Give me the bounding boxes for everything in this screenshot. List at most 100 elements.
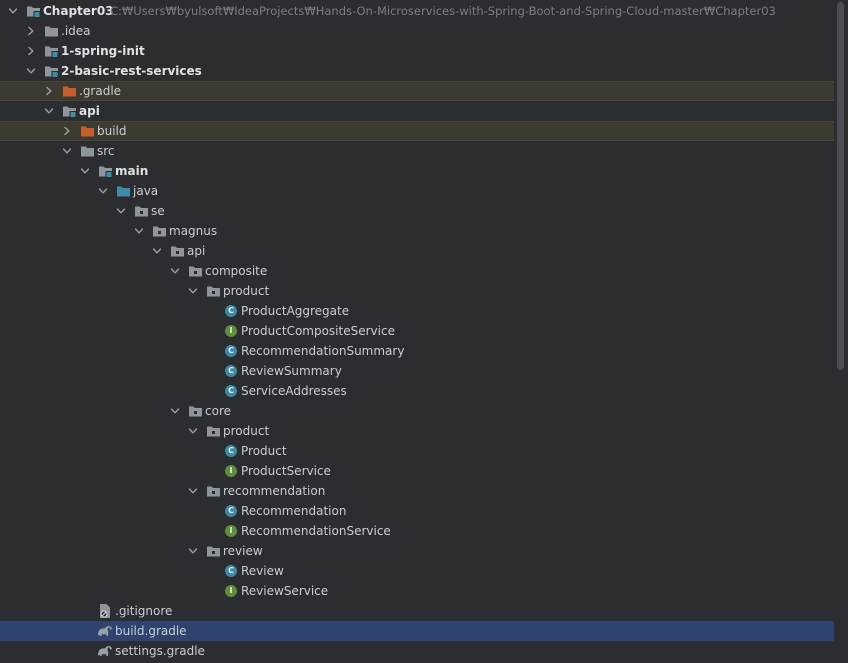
tree-node-label: api — [187, 244, 206, 258]
chevron-down-icon[interactable] — [43, 101, 55, 121]
tree-node-productservice[interactable]: I ProductService — [0, 461, 834, 481]
module-folder-icon — [43, 63, 59, 79]
folder-icon — [79, 143, 95, 159]
chevron-right-icon[interactable] — [25, 41, 37, 61]
tree-node-dot-idea[interactable]: .idea — [0, 21, 834, 41]
chevron-down-icon[interactable] — [61, 141, 73, 161]
tree-node-label: 2-basic-rest-services — [61, 64, 202, 78]
tree-node-serviceaddresses[interactable]: C ServiceAddresses — [0, 381, 834, 401]
chevron-down-icon[interactable] — [133, 221, 145, 241]
package-icon — [169, 243, 185, 259]
package-icon — [205, 423, 221, 439]
tree-node-label: product — [223, 284, 270, 298]
tree-node-label: ReviewService — [241, 584, 329, 598]
chevron-down-icon[interactable] — [25, 61, 37, 81]
tree-node-java[interactable]: java — [0, 181, 834, 201]
tree-node-label: .gradle — [79, 84, 122, 98]
tree-node-core[interactable]: core — [0, 401, 834, 421]
chevron-down-icon[interactable] — [169, 401, 181, 421]
tree-node-review[interactable]: C Review — [0, 561, 834, 581]
tree-node-label: api — [79, 104, 100, 118]
chevron-down-icon[interactable] — [187, 541, 199, 561]
chevron-down-icon[interactable] — [187, 281, 199, 301]
tree-node-src[interactable]: src — [0, 141, 834, 161]
tree-node-label: Chapter03 — [43, 4, 114, 18]
tree-node-label: ReviewSummary — [241, 364, 342, 378]
tree-node-label: main — [115, 164, 149, 178]
tree-node-label: ServiceAddresses — [241, 384, 347, 398]
chevron-right-icon[interactable] — [25, 21, 37, 41]
tree-node-label: se — [151, 204, 165, 218]
tree-node-label: recommendation — [223, 484, 326, 498]
tree-node-api[interactable]: api — [0, 101, 834, 121]
interface-icon: I — [223, 523, 239, 539]
tree-node-2-basic-rest-services[interactable]: 2-basic-rest-services — [0, 61, 834, 81]
chevron-down-icon[interactable] — [7, 1, 19, 21]
tree-node-label: RecommendationSummary — [241, 344, 405, 358]
package-icon — [205, 483, 221, 499]
tree-node-label: ProductCompositeService — [241, 324, 395, 338]
class-icon: C — [223, 363, 239, 379]
chevron-right-icon[interactable] — [61, 121, 73, 141]
tree-node-label: composite — [205, 264, 268, 278]
chevron-down-icon[interactable] — [151, 241, 163, 261]
chevron-down-icon[interactable] — [97, 181, 109, 201]
tree-node-magnus[interactable]: magnus — [0, 221, 834, 241]
tree-node-review[interactable]: review — [0, 541, 834, 561]
chevron-down-icon[interactable] — [187, 481, 199, 501]
package-icon — [205, 543, 221, 559]
tree-node-label: 1-spring-init — [61, 44, 145, 58]
tree-node-1-spring-init[interactable]: 1-spring-init — [0, 41, 834, 61]
tree-node-reviewservice[interactable]: I ReviewService — [0, 581, 834, 601]
tree-node-recommendation[interactable]: recommendation — [0, 481, 834, 501]
module-folder-icon — [61, 103, 77, 119]
tree-node-label: ProductAggregate — [241, 304, 350, 318]
tree-node-build-gradle[interactable]: build.gradle — [0, 621, 834, 641]
tree-node-product[interactable]: product — [0, 421, 834, 441]
tree-node-recommendation[interactable]: C Recommendation — [0, 501, 834, 521]
interface-icon: I — [223, 583, 239, 599]
tree-node-main[interactable]: main — [0, 161, 834, 181]
tree-node-dot-gitignore[interactable]: .gitignore — [0, 601, 834, 621]
tree-node-composite[interactable]: composite — [0, 261, 834, 281]
tree-node-reviewsummary[interactable]: C ReviewSummary — [0, 361, 834, 381]
package-icon — [187, 263, 203, 279]
class-icon: C — [223, 443, 239, 459]
chevron-right-icon[interactable] — [43, 81, 55, 101]
class-icon: C — [223, 303, 239, 319]
chevron-down-icon[interactable] — [79, 161, 91, 181]
tree-node-label: .idea — [61, 24, 91, 38]
chevron-down-icon[interactable] — [187, 421, 199, 441]
tree-node-label: ProductService — [241, 464, 331, 478]
tree-node-settings-gradle[interactable]: settings.gradle — [0, 641, 834, 661]
tree-node-product[interactable]: product — [0, 281, 834, 301]
tree-node-chapter03[interactable]: Chapter03 C:₩Users₩byulsoft₩IdeaProjects₩… — [0, 1, 834, 21]
tree-node-label: build.gradle — [115, 624, 187, 638]
tree-node-recommendationservice[interactable]: I RecommendationService — [0, 521, 834, 541]
tree-node-product[interactable]: C Product — [0, 441, 834, 461]
tree-node-build[interactable]: build — [0, 121, 834, 141]
module-folder-icon — [43, 43, 59, 59]
tree-node-label: java — [133, 184, 159, 198]
project-tree: Chapter03 C:₩Users₩byulsoft₩IdeaProjects₩… — [0, 0, 848, 663]
tree-node-label: Product — [241, 444, 287, 458]
gradle-file-icon — [97, 643, 113, 659]
gradle-file-icon — [97, 623, 113, 639]
source-root-folder-icon — [115, 183, 131, 199]
tree-node-dot-gradle[interactable]: .gradle — [0, 81, 834, 101]
chevron-down-icon[interactable] — [115, 201, 127, 221]
package-icon — [133, 203, 149, 219]
tree-node-api[interactable]: api — [0, 241, 834, 261]
tree-node-productcompositeservice[interactable]: I ProductCompositeService — [0, 321, 834, 341]
tree-node-label: Review — [241, 564, 284, 578]
excluded-folder-icon — [61, 83, 77, 99]
module-folder-icon — [97, 163, 113, 179]
chevron-down-icon[interactable] — [169, 261, 181, 281]
tree-node-label: RecommendationService — [241, 524, 391, 538]
tree-node-recommendationsummary[interactable]: C RecommendationSummary — [0, 341, 834, 361]
tree-node-label: review — [223, 544, 263, 558]
class-icon: C — [223, 563, 239, 579]
tree-node-se[interactable]: se — [0, 201, 834, 221]
vertical-scrollbar-thumb[interactable] — [837, 2, 844, 370]
tree-node-productaggregate[interactable]: C ProductAggregate — [0, 301, 834, 321]
